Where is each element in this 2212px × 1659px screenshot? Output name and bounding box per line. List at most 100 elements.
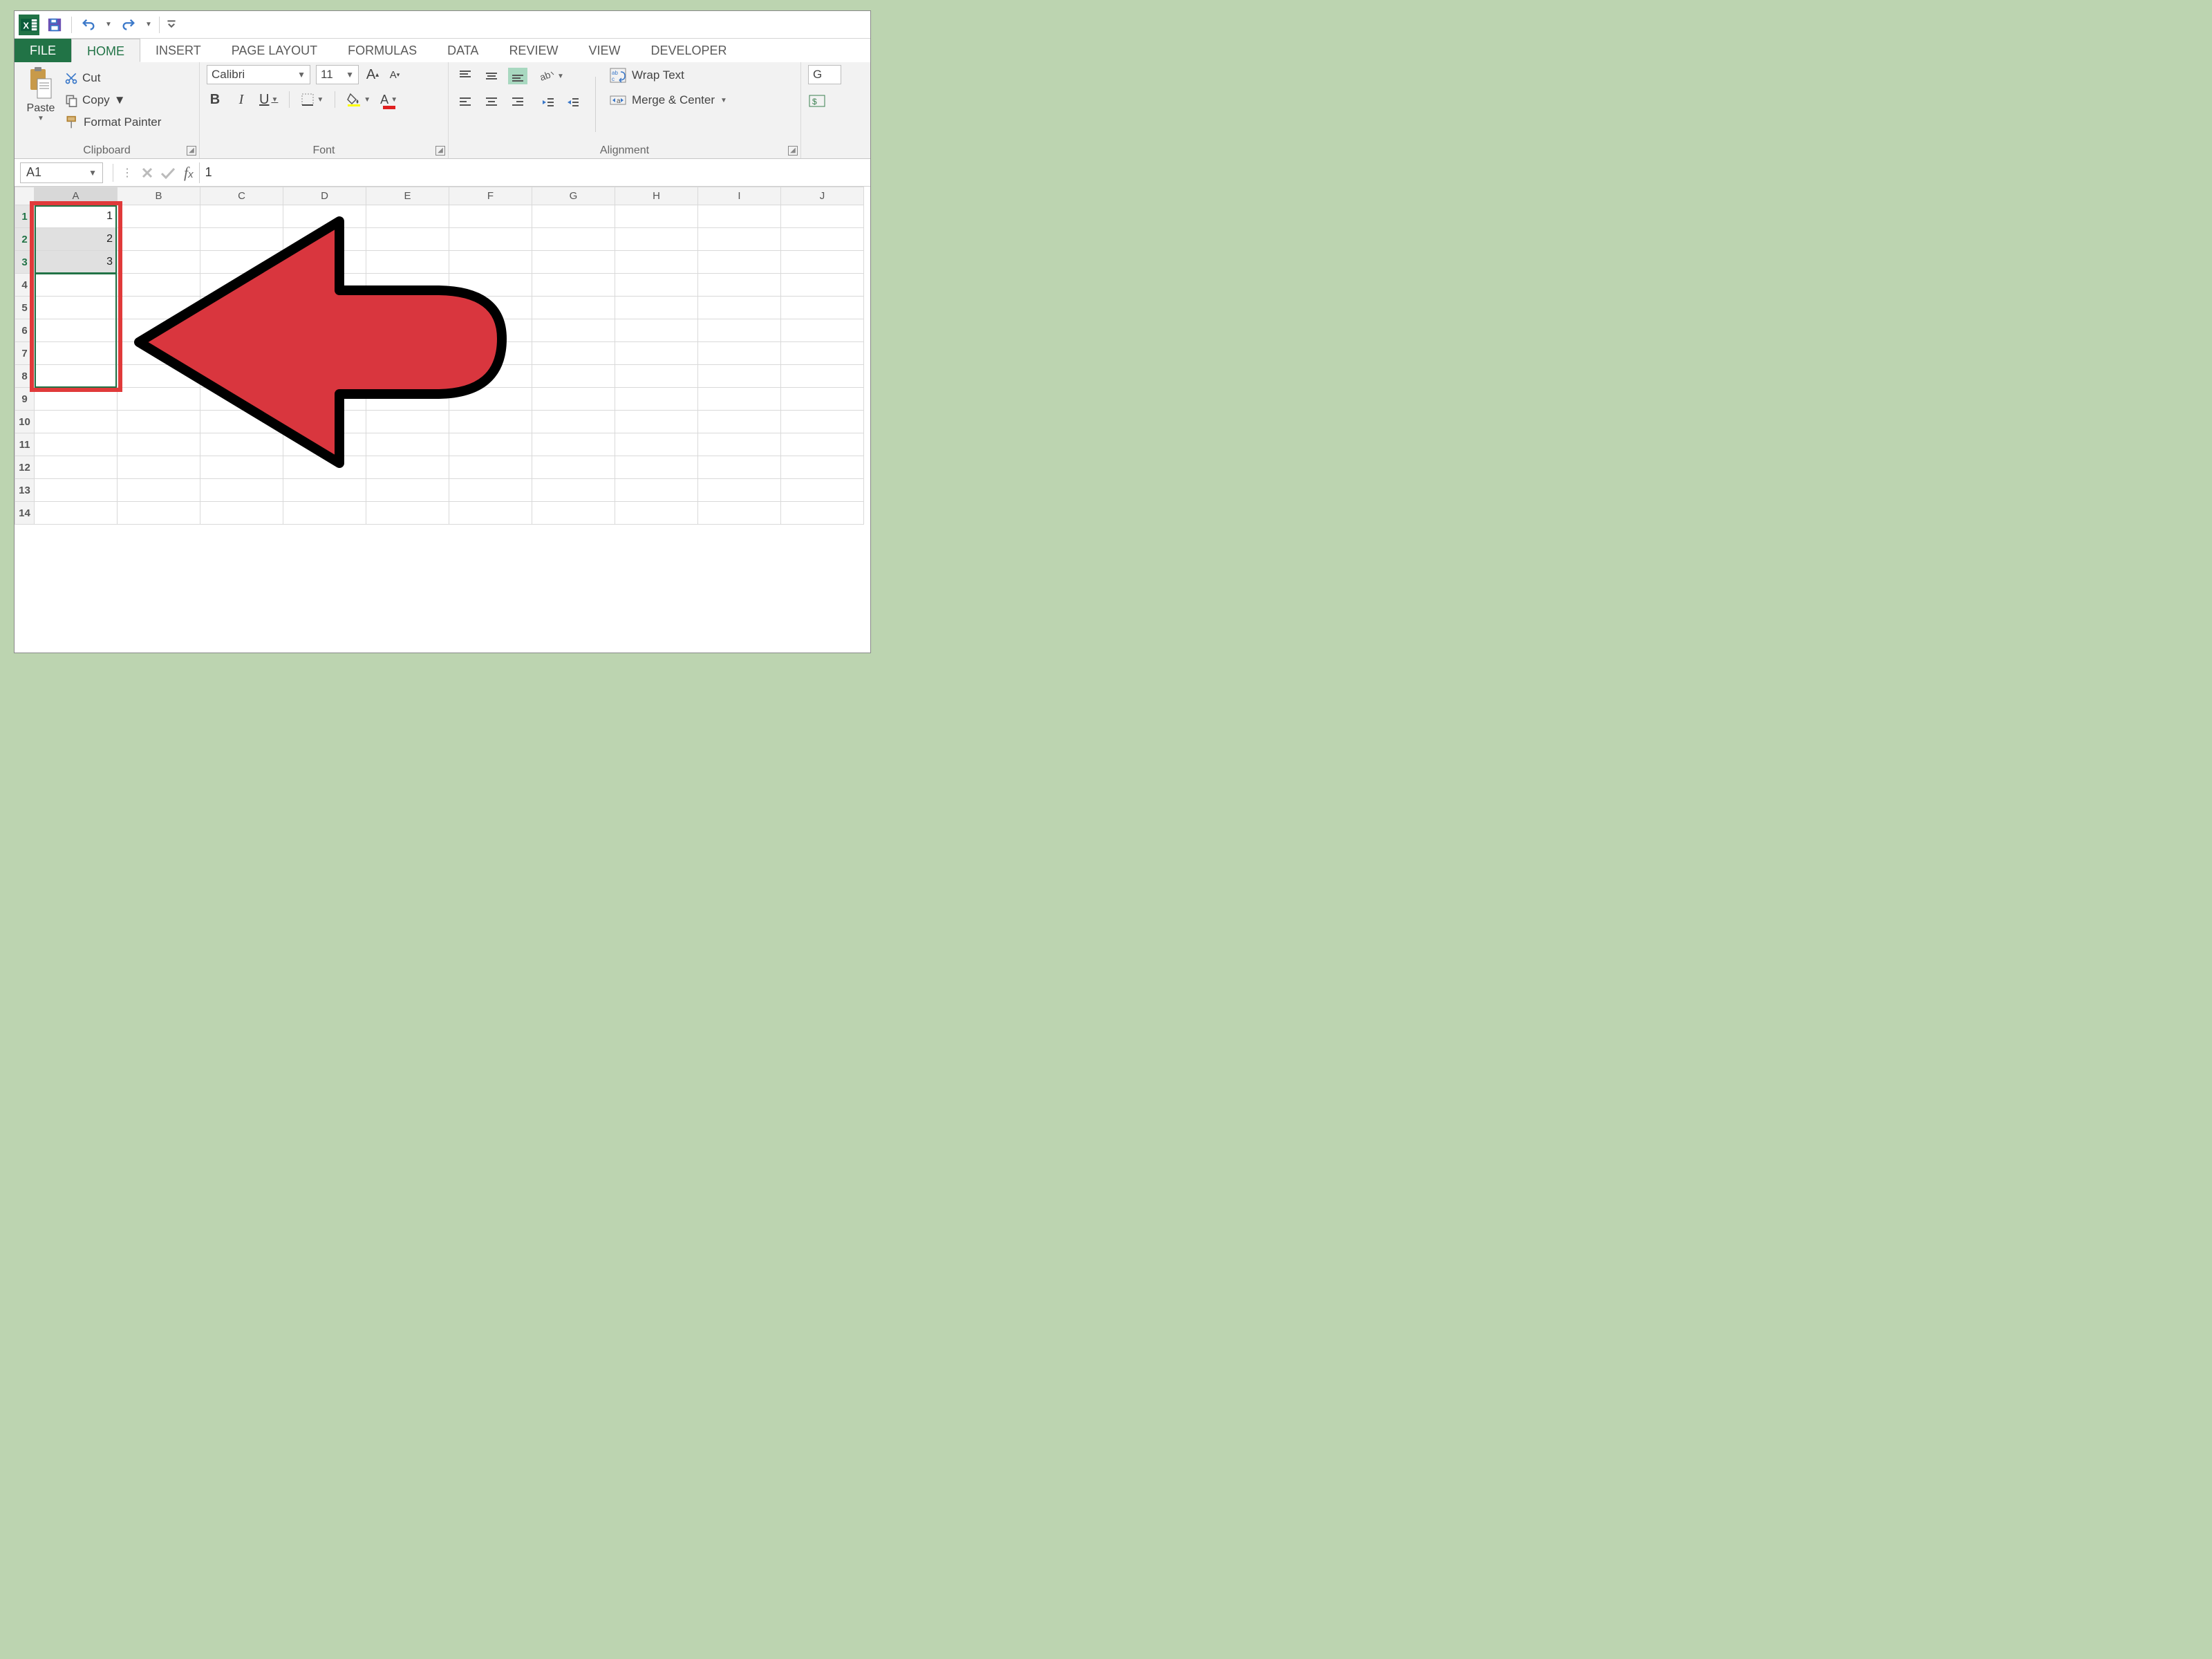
cell-F11[interactable] xyxy=(449,433,532,456)
accounting-format-icon[interactable]: $ xyxy=(808,94,827,109)
cell-F4[interactable] xyxy=(449,274,532,297)
cell-B10[interactable] xyxy=(118,411,200,433)
cell-C1[interactable] xyxy=(200,205,283,228)
cell-J4[interactable] xyxy=(781,274,864,297)
cell-H13[interactable] xyxy=(615,479,698,502)
cell-J7[interactable] xyxy=(781,342,864,365)
cell-F7[interactable] xyxy=(449,342,532,365)
cell-D5[interactable] xyxy=(283,297,366,319)
row-header-9[interactable]: 9 xyxy=(15,388,35,411)
cell-H2[interactable] xyxy=(615,228,698,251)
cell-A2[interactable]: 2 xyxy=(35,228,118,251)
cell-E3[interactable] xyxy=(366,251,449,274)
cell-F2[interactable] xyxy=(449,228,532,251)
cell-G3[interactable] xyxy=(532,251,615,274)
cell-D9[interactable] xyxy=(283,388,366,411)
cell-E9[interactable] xyxy=(366,388,449,411)
cell-B13[interactable] xyxy=(118,479,200,502)
row-header-3[interactable]: 3 xyxy=(15,251,35,274)
cell-A14[interactable] xyxy=(35,502,118,525)
cell-C3[interactable] xyxy=(200,251,283,274)
cell-B5[interactable] xyxy=(118,297,200,319)
cell-J11[interactable] xyxy=(781,433,864,456)
cell-E13[interactable] xyxy=(366,479,449,502)
cell-E4[interactable] xyxy=(366,274,449,297)
column-header-J[interactable]: J xyxy=(781,187,864,205)
cell-H3[interactable] xyxy=(615,251,698,274)
cell-F14[interactable] xyxy=(449,502,532,525)
formula-input[interactable] xyxy=(200,162,870,183)
cell-A7[interactable] xyxy=(35,342,118,365)
decrease-indent-button[interactable] xyxy=(540,94,556,111)
row-header-11[interactable]: 11 xyxy=(15,433,35,456)
cell-E10[interactable] xyxy=(366,411,449,433)
row-header-7[interactable]: 7 xyxy=(15,342,35,365)
cell-E14[interactable] xyxy=(366,502,449,525)
cell-H11[interactable] xyxy=(615,433,698,456)
row-header-14[interactable]: 14 xyxy=(15,502,35,525)
cell-J12[interactable] xyxy=(781,456,864,479)
cell-F13[interactable] xyxy=(449,479,532,502)
cell-I14[interactable] xyxy=(698,502,781,525)
cell-C5[interactable] xyxy=(200,297,283,319)
cell-H6[interactable] xyxy=(615,319,698,342)
cell-A4[interactable] xyxy=(35,274,118,297)
tab-insert[interactable]: INSERT xyxy=(140,39,216,62)
cell-C2[interactable] xyxy=(200,228,283,251)
cell-D8[interactable] xyxy=(283,365,366,388)
cell-I8[interactable] xyxy=(698,365,781,388)
cell-J14[interactable] xyxy=(781,502,864,525)
save-button[interactable] xyxy=(44,14,66,36)
cell-F12[interactable] xyxy=(449,456,532,479)
cell-C11[interactable] xyxy=(200,433,283,456)
cell-I13[interactable] xyxy=(698,479,781,502)
format-painter-button[interactable]: Format Painter xyxy=(64,112,161,133)
cell-C9[interactable] xyxy=(200,388,283,411)
cell-E6[interactable] xyxy=(366,319,449,342)
cell-G7[interactable] xyxy=(532,342,615,365)
cell-B8[interactable] xyxy=(118,365,200,388)
column-header-H[interactable]: H xyxy=(615,187,698,205)
column-header-E[interactable]: E xyxy=(366,187,449,205)
cell-D12[interactable] xyxy=(283,456,366,479)
cell-G11[interactable] xyxy=(532,433,615,456)
borders-button[interactable]: ▼ xyxy=(301,91,324,108)
customize-qat-dropdown[interactable] xyxy=(165,14,178,36)
merge-center-button[interactable]: a Merge & Center ▼ xyxy=(610,93,727,108)
fill-color-button[interactable]: ▼ xyxy=(346,91,371,108)
cell-E5[interactable] xyxy=(366,297,449,319)
cell-I7[interactable] xyxy=(698,342,781,365)
tab-review[interactable]: REVIEW xyxy=(494,39,573,62)
column-header-I[interactable]: I xyxy=(698,187,781,205)
tab-data[interactable]: DATA xyxy=(432,39,494,62)
cell-A12[interactable] xyxy=(35,456,118,479)
paste-button[interactable]: Paste ▼ xyxy=(21,65,60,143)
row-header-1[interactable]: 1 xyxy=(15,205,35,228)
cell-B3[interactable] xyxy=(118,251,200,274)
wrap-text-button[interactable]: abc Wrap Text xyxy=(610,68,727,83)
tab-developer[interactable]: DEVELOPER xyxy=(635,39,742,62)
cell-D2[interactable] xyxy=(283,228,366,251)
cell-D11[interactable] xyxy=(283,433,366,456)
spreadsheet-grid[interactable]: ABCDEFGHIJ1122334567891011121314 xyxy=(15,187,870,525)
cell-C4[interactable] xyxy=(200,274,283,297)
cell-B1[interactable] xyxy=(118,205,200,228)
clipboard-dialog-launcher[interactable]: ◢ xyxy=(187,146,196,156)
cell-I2[interactable] xyxy=(698,228,781,251)
cell-D3[interactable] xyxy=(283,251,366,274)
cell-H7[interactable] xyxy=(615,342,698,365)
cell-A5[interactable] xyxy=(35,297,118,319)
cell-I3[interactable] xyxy=(698,251,781,274)
orientation-button[interactable]: ab▼ xyxy=(540,68,564,84)
cell-G1[interactable] xyxy=(532,205,615,228)
cell-A6[interactable] xyxy=(35,319,118,342)
italic-button[interactable]: I xyxy=(233,91,250,108)
cell-C13[interactable] xyxy=(200,479,283,502)
cell-H12[interactable] xyxy=(615,456,698,479)
cell-E2[interactable] xyxy=(366,228,449,251)
cell-F6[interactable] xyxy=(449,319,532,342)
cell-E8[interactable] xyxy=(366,365,449,388)
cell-H8[interactable] xyxy=(615,365,698,388)
copy-button[interactable]: Copy ▼ xyxy=(64,90,161,111)
align-bottom-button[interactable] xyxy=(508,68,527,84)
